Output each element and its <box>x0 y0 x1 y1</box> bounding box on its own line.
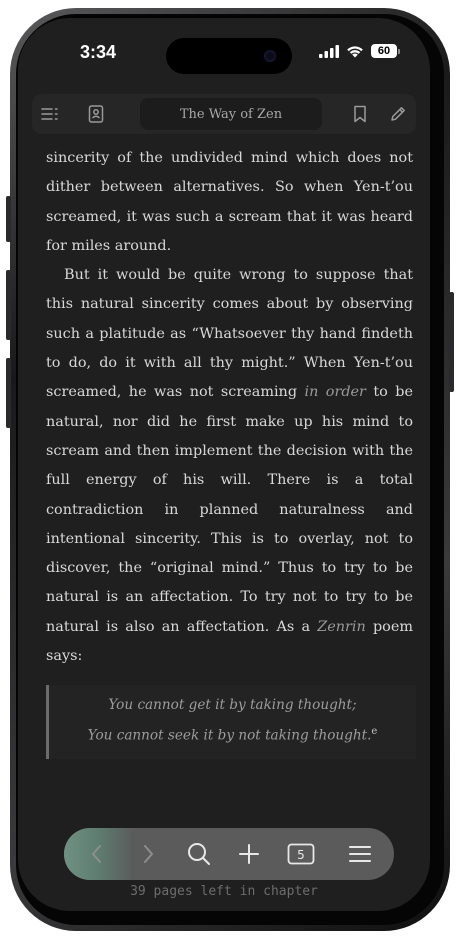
paragraph: sincerity of the undivided mind which do… <box>46 150 413 254</box>
block-quote: You cannot get it by taking thought; You… <box>46 685 416 759</box>
quote-line: You cannot get it by taking thought; <box>108 697 357 713</box>
back-arrow-icon[interactable] <box>83 840 111 868</box>
table-of-contents-icon[interactable] <box>38 102 62 126</box>
search-icon[interactable] <box>185 840 213 868</box>
bookmark-icon[interactable] <box>348 102 372 126</box>
volume-down-button <box>6 358 11 428</box>
reading-text: sincerity of the undivided mind which do… <box>46 144 413 671</box>
text-run: to be natural, nor did he first make up … <box>46 384 413 635</box>
battery-level: 60 <box>371 44 397 58</box>
status-icons: 60 <box>319 44 400 58</box>
emphasis-text: in order <box>304 384 366 401</box>
text-run: But it would be quite wrong to suppose t… <box>46 267 413 401</box>
status-time: 3:34 <box>80 42 117 62</box>
page-counter-badge: 5 <box>297 848 305 862</box>
menu-icon[interactable] <box>346 840 374 868</box>
pages-left-label: 39 pages left in chapter <box>130 884 318 899</box>
forward-arrow-icon[interactable] <box>134 840 162 868</box>
book-title[interactable]: The Way of Zen <box>140 98 322 130</box>
volume-up-button <box>6 270 11 340</box>
quote-line-text: You cannot seek it by not taking thought… <box>87 727 372 744</box>
status-bar: 3:34 60 <box>18 18 430 80</box>
cellular-signal-icon <box>319 44 339 58</box>
reader-toolbar: The Way of Zen <box>32 94 416 134</box>
pencil-icon[interactable] <box>386 102 410 126</box>
emphasis-text: Zenrin <box>317 618 366 635</box>
book-info-icon[interactable] <box>84 102 108 126</box>
power-button <box>449 292 454 392</box>
paragraph: But it would be quite wrong to suppose t… <box>46 261 413 671</box>
battery-icon: 60 <box>371 44 400 58</box>
front-camera <box>264 50 276 62</box>
wifi-icon <box>347 45 363 57</box>
quote-line-2: You cannot seek it by not taking thought… <box>49 726 416 744</box>
dynamic-island <box>166 38 292 74</box>
footnote-marker[interactable]: e <box>371 726 377 737</box>
page-counter-icon[interactable]: 5 <box>286 840 316 868</box>
bottom-navigation-bar: 5 <box>64 828 394 880</box>
screen: 3:34 60 The Way of Zen sincerity of the … <box>18 18 430 911</box>
action-button <box>6 196 11 242</box>
plus-icon[interactable] <box>235 840 263 868</box>
